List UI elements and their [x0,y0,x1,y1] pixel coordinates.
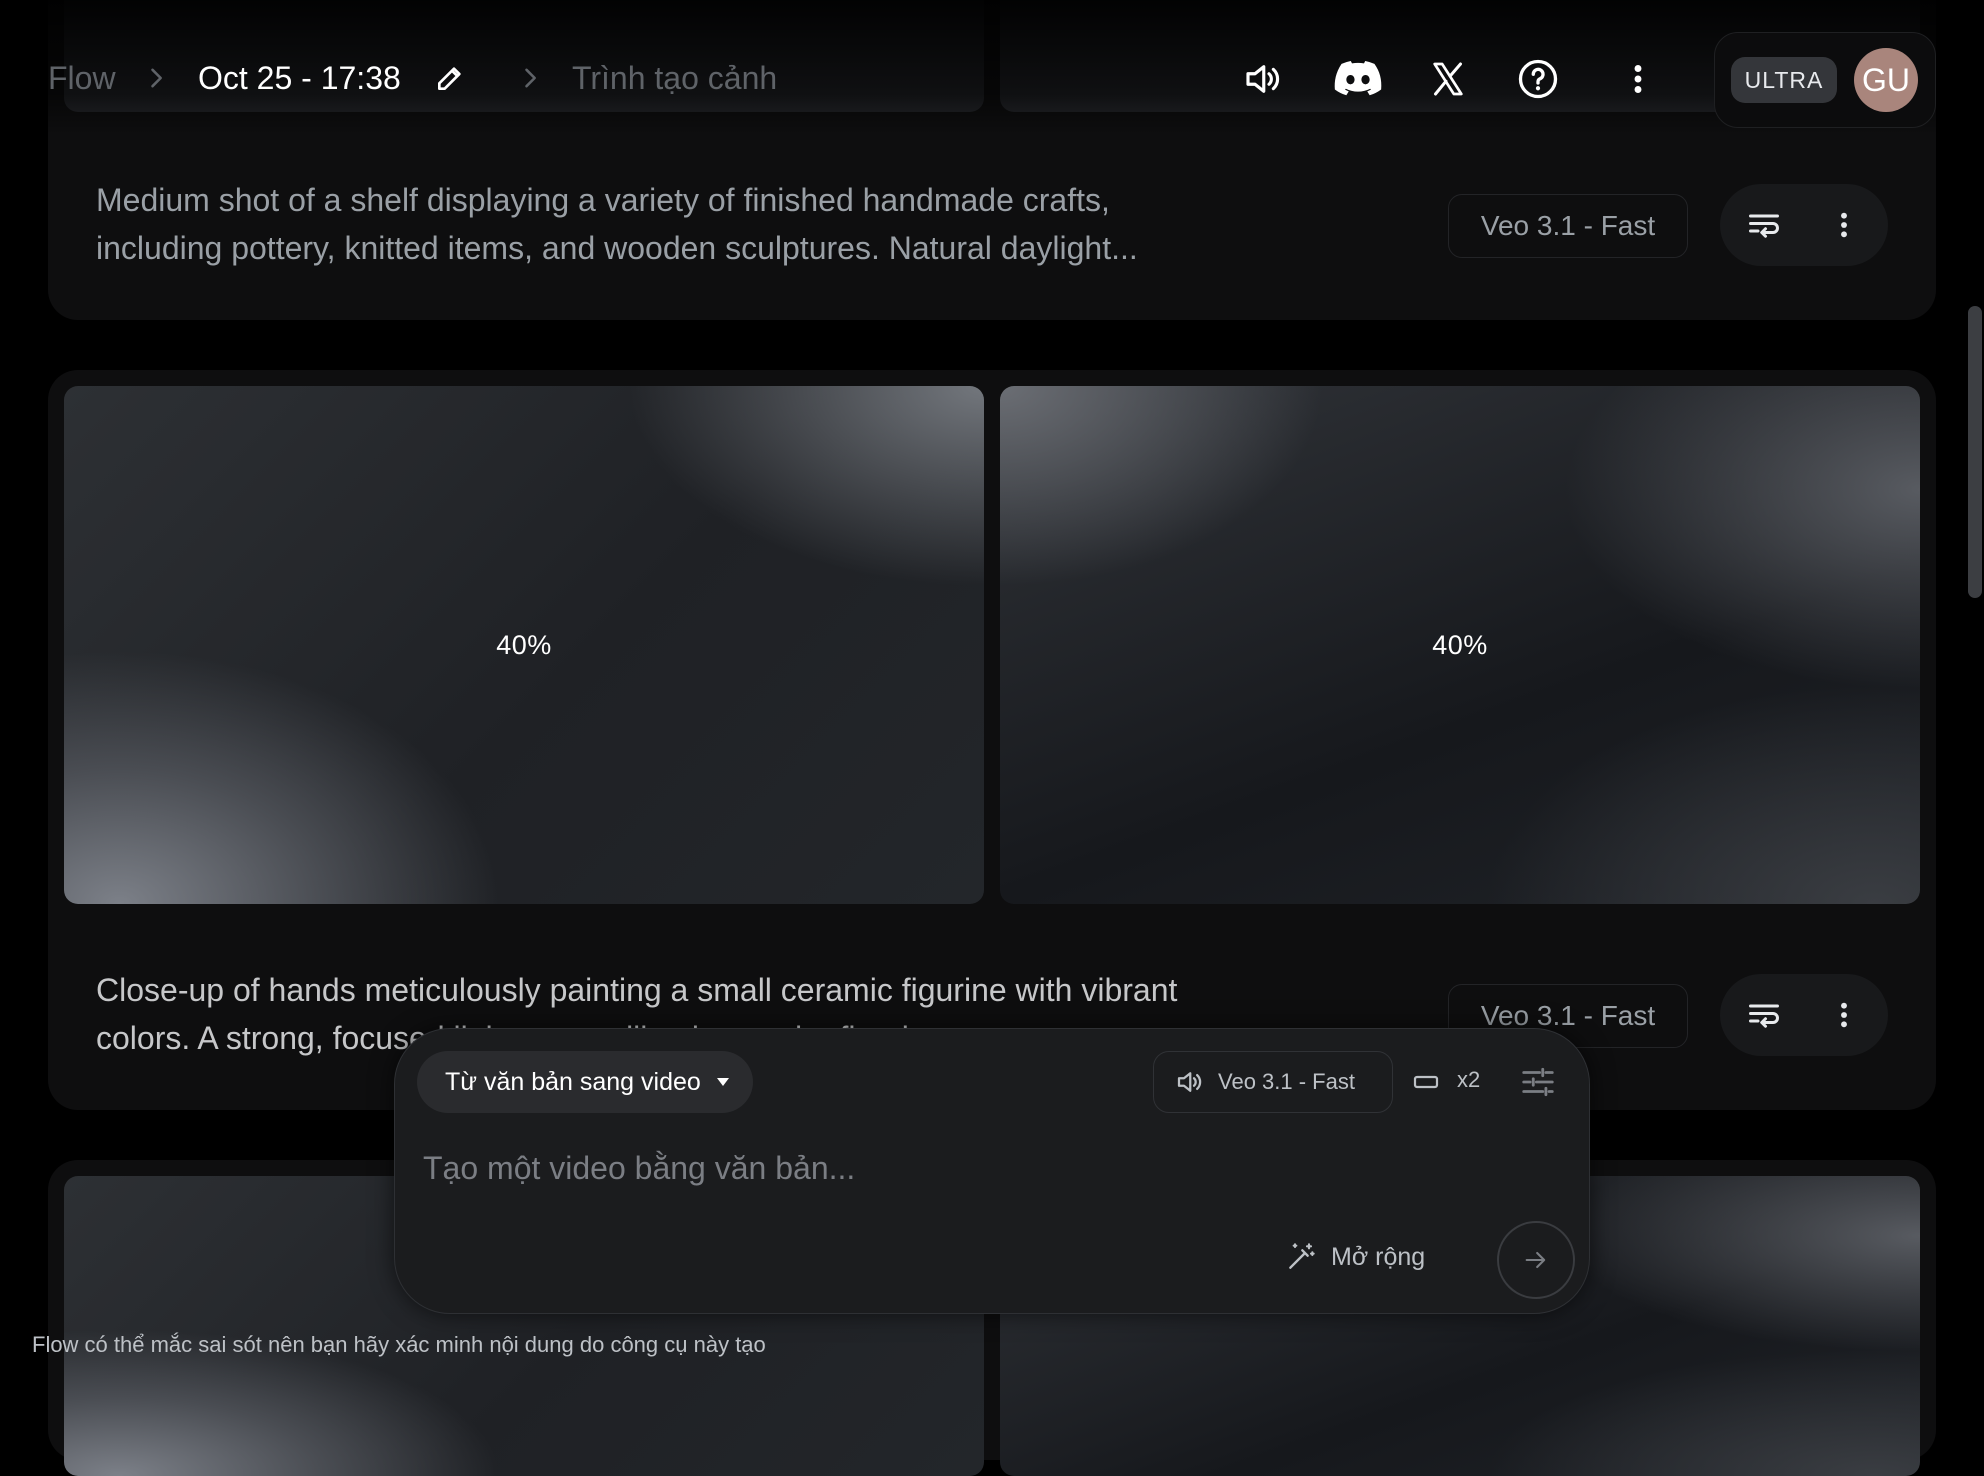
plan-badge[interactable]: ULTRA [1731,57,1837,103]
output-count[interactable]: x2 [1457,1067,1480,1093]
more-vert-icon[interactable] [1824,995,1864,1035]
model-chip[interactable]: Veo 3.1 - Fast [1448,194,1688,258]
expand-button[interactable]: Mở rộng [1285,1229,1425,1285]
x-icon[interactable] [1426,57,1470,101]
generation-progress: 40% [1432,629,1488,660]
help-icon[interactable] [1516,57,1560,101]
pencil-icon[interactable] [434,62,466,94]
avatar[interactable]: GU [1854,48,1918,112]
scene-prompt: Medium shot of a shelf displaying a vari… [96,182,1138,266]
video-thumbnail[interactable]: 40% [1000,386,1920,904]
expand-label: Mở rộng [1331,1242,1426,1271]
chevron-right-icon [151,68,162,88]
top-bar: Flow Oct 25 - 17:38 Trình tạo cảnh ULTRA… [0,0,1984,160]
magic-wand-icon [1289,1243,1315,1269]
send-button[interactable] [1497,1221,1575,1299]
tune-icon[interactable] [1519,1063,1557,1101]
model-label: Veo 3.1 - Fast [1218,1069,1355,1094]
volume-icon[interactable] [1240,57,1284,101]
scene-actions [1720,184,1888,266]
chevron-right-icon [525,68,536,88]
reuse-prompt-icon[interactable] [1744,205,1784,245]
discord-icon[interactable] [1334,57,1382,101]
video-thumbnail[interactable]: 40% [64,386,984,904]
breadcrumb-current-page[interactable]: Trình tạo cảnh [572,58,777,98]
generation-progress: 40% [496,629,552,660]
more-vert-icon[interactable] [1824,205,1864,245]
aspect-ratio-icon[interactable] [1413,1073,1439,1091]
more-vert-icon[interactable] [1616,57,1660,101]
scene-actions [1720,974,1888,1056]
scene-card: 40% 40% Close-up of hands meticulously p… [48,370,1936,1110]
disclaimer: Flow có thể mắc sai sót nên bạn hãy xác … [32,1332,766,1357]
caret-down-icon [717,1078,729,1086]
scrollbar[interactable] [1968,306,1982,598]
model-settings-button[interactable]: Veo 3.1 - Fast [1153,1051,1393,1113]
arrow-right-icon [1525,1251,1546,1269]
prompt-composer: Từ văn bản sang video Veo 3.1 - Fast x2 … [394,1028,1590,1314]
volume-icon [1177,1072,1202,1092]
project-title[interactable]: Oct 25 - 17:38 [198,58,401,98]
prompt-input[interactable] [421,1137,1525,1199]
mode-select[interactable]: Từ văn bản sang video [417,1051,753,1113]
breadcrumb-home[interactable]: Flow [48,58,116,98]
mode-select-label: Từ văn bản sang video [445,1067,701,1096]
reuse-prompt-icon[interactable] [1744,995,1784,1035]
